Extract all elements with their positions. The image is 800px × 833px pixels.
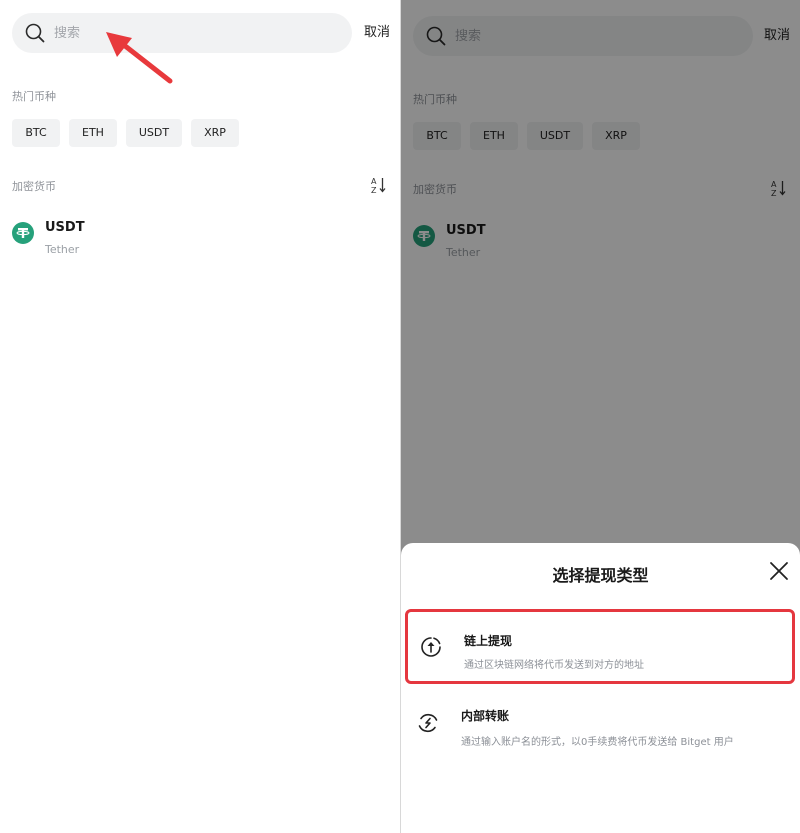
option-title: 链上提现 [464,634,513,648]
list-item-usdt[interactable]: USDT Tether [12,218,388,264]
coin-name: Tether [45,243,80,256]
close-icon[interactable] [768,560,790,582]
chip-btc[interactable]: BTC [12,119,60,147]
transfer-circle-icon [418,713,438,733]
search-input[interactable] [54,13,334,53]
search-row: 取消 [12,13,390,53]
hot-coins-label: 热门币种 [12,90,56,103]
hot-coins-chips: BTC ETH USDT XRP [12,119,239,147]
svg-text:Z: Z [371,186,377,194]
sort-az-icon[interactable]: A Z [371,176,387,194]
chip-xrp[interactable]: XRP [191,119,239,147]
annotation-arrow [106,32,173,84]
svg-text:A: A [371,177,377,186]
search-box[interactable] [12,13,352,53]
chip-eth[interactable]: ETH [69,119,117,147]
coin-symbol: USDT [45,220,85,235]
arrow-up-circle-icon [421,637,441,657]
option-title: 内部转账 [461,709,510,723]
withdraw-type-sheet: 选择提现类型 链上提现 通过区块链网络将代币发送到对方的地址 内部转账 通过输入… [401,543,800,833]
withdraw-type-screen: 取消 热门币种 BTC ETH USDT XRP 加密货币 A Z USDT T… [401,0,800,833]
coin-search-screen: 取消 热门币种 BTC ETH USDT XRP 加密货币 A Z USDT T… [0,0,400,833]
sheet-title: 选择提现类型 [552,566,649,585]
chip-usdt[interactable]: USDT [126,119,182,147]
tether-logo-icon [12,222,34,244]
option-description: 通过区块链网络将代币发送到对方的地址 [464,660,644,671]
option-description: 通过输入账户名的形式，以0手续费将代币发送给 Bitget 用户 [461,737,734,748]
option-onchain-withdraw[interactable]: 链上提现 通过区块链网络将代币发送到对方的地址 [405,609,795,684]
option-internal-transfer[interactable]: 内部转账 通过输入账户名的形式，以0手续费将代币发送给 Bitget 用户 [405,687,795,762]
cancel-button[interactable]: 取消 [364,13,390,53]
crypto-label: 加密货币 [12,180,56,193]
search-icon [25,23,45,43]
